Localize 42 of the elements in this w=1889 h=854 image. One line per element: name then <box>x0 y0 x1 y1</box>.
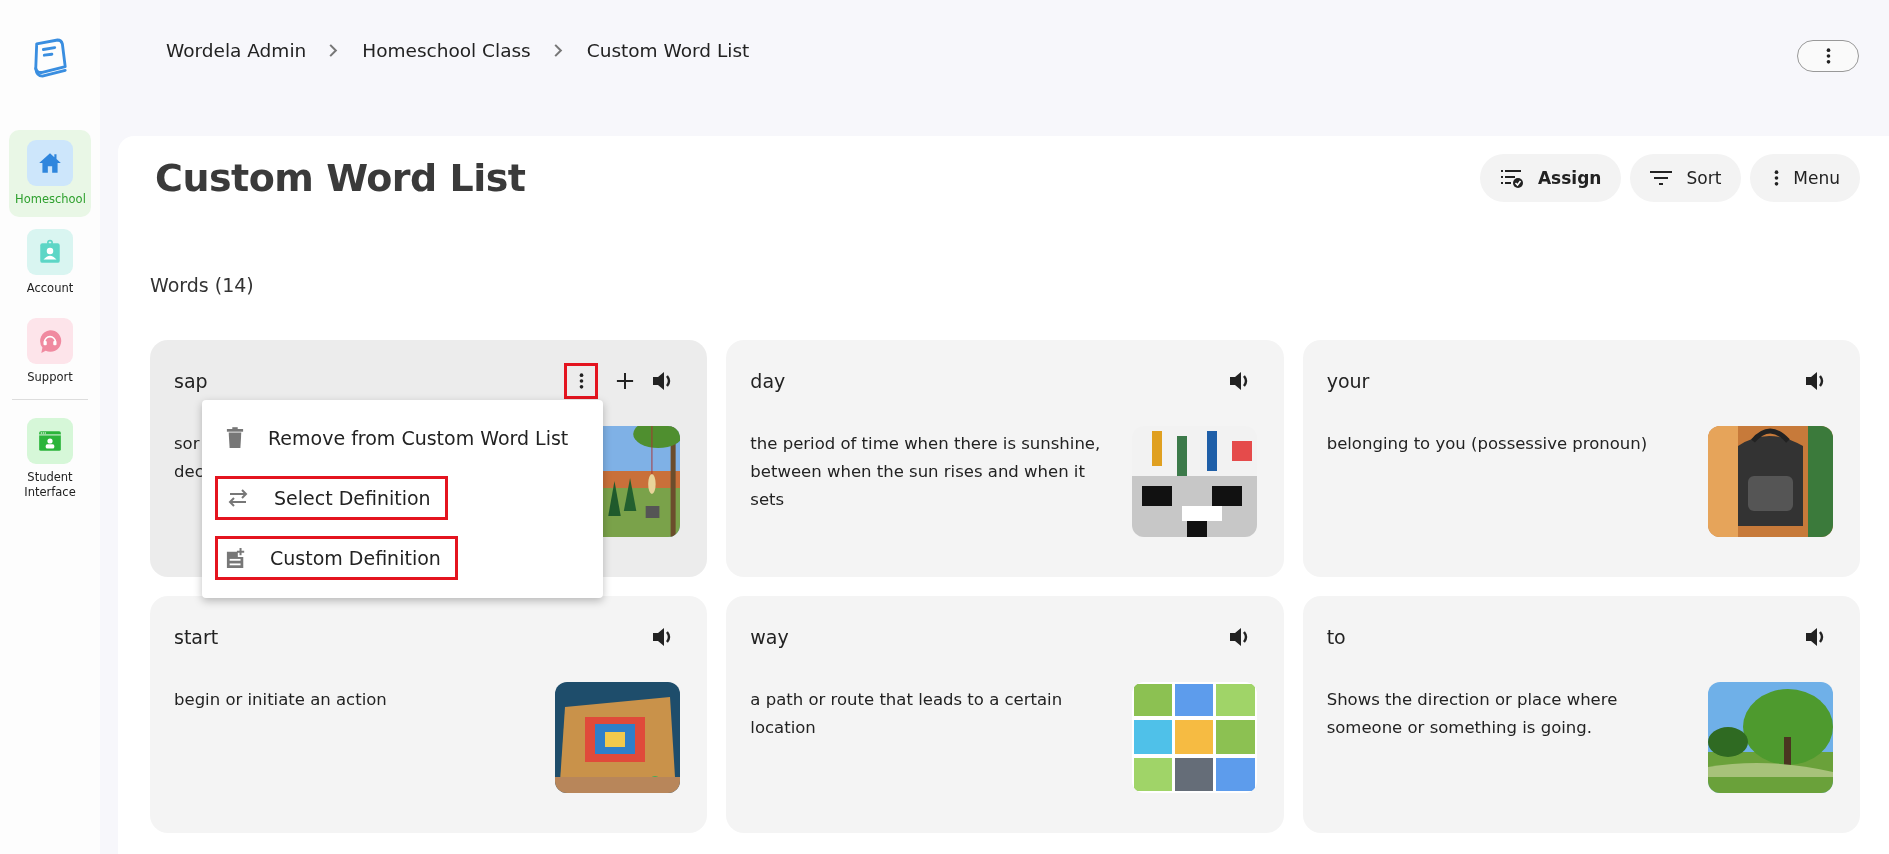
definition-text: belonging to you (possessive pronoun) <box>1326 433 1648 455</box>
page-title: Custom Word List <box>155 156 526 200</box>
checklist-icon <box>1499 167 1524 189</box>
word-text: start <box>174 626 219 648</box>
more-vertical-icon <box>1774 169 1780 187</box>
breadcrumb-link[interactable]: Custom Word List <box>586 40 750 61</box>
definition-text: sor dec <box>174 433 205 484</box>
plus-icon[interactable] <box>616 372 635 390</box>
action-button[interactable]: Menu <box>1750 154 1860 202</box>
sidebar-item[interactable]: Account <box>9 218 91 306</box>
word-text: your <box>1326 370 1370 392</box>
sidebar-item[interactable]: Student Interface <box>9 407 91 510</box>
swap-arrows-icon <box>226 489 250 507</box>
more-vertical-icon <box>578 372 584 390</box>
word-text: way <box>750 626 789 648</box>
id-badge-icon <box>37 238 63 265</box>
menu-item[interactable]: Remove from Custom Word List <box>215 416 586 460</box>
section-heading: Words (14) <box>150 274 255 296</box>
word-text: day <box>750 370 786 392</box>
definition-text: a path or route that leads to a certain location <box>750 689 1064 740</box>
definition-text: the period of time when there is sunshine, between when the sun rises and when it sets <box>750 433 1101 512</box>
more-vertical-icon <box>1825 47 1831 65</box>
word-text: to <box>1326 626 1346 648</box>
word-text: sap <box>174 370 208 392</box>
trash-icon <box>226 427 244 449</box>
breadcrumb-link[interactable]: Wordela Admin <box>166 40 307 61</box>
definition-text: Shows the direction or place where someone or something is going. <box>1326 689 1619 740</box>
more-options-button[interactable] <box>1797 40 1859 72</box>
sidebar-item[interactable]: Support <box>9 307 91 395</box>
chevron-right-icon <box>552 43 563 58</box>
breadcrumb-link[interactable]: Homeschool Class <box>362 40 531 61</box>
menu-item[interactable]: Custom Definition <box>215 536 458 580</box>
filter-icon <box>1650 170 1673 186</box>
definition-text: begin or initiate an action <box>174 689 387 711</box>
action-button[interactable]: Sort <box>1630 154 1742 202</box>
menu-item[interactable]: Select Definition <box>215 476 448 520</box>
note-plus-icon <box>226 547 246 569</box>
action-button[interactable]: Assign <box>1479 154 1622 202</box>
more-options-button[interactable] <box>564 363 599 399</box>
chevron-right-icon <box>328 43 339 58</box>
headset-bubble-icon <box>37 327 63 354</box>
book-logo-icon <box>31 38 69 80</box>
